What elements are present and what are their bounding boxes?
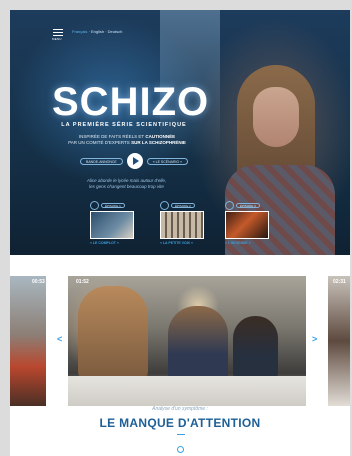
section-intro: Analyse d'un symptôme : bbox=[152, 406, 208, 412]
timecode-next: 02:31 bbox=[333, 279, 346, 285]
episode-category: ÉPISODE 3 bbox=[236, 202, 260, 208]
hero-tagline: Alice aborde le lycée mais autour d'elle… bbox=[64, 178, 189, 190]
language-english[interactable]: English bbox=[91, 29, 104, 34]
episode-thumbnail[interactable] bbox=[160, 211, 204, 239]
circle-icon bbox=[90, 200, 99, 210]
episode-caption[interactable]: « L'INCENDIE » bbox=[225, 241, 275, 245]
tagline-line-2: les gens changent beaucoup trop vite bbox=[89, 184, 164, 189]
page-frame: MENU Français · English · Deutsch SCHIZO… bbox=[10, 10, 350, 456]
episode-card-3[interactable]: ÉPISODE 3 « L'INCENDIE » bbox=[225, 200, 275, 245]
episode-caption[interactable]: « LE COMPLOT » bbox=[90, 241, 140, 245]
trailer-label[interactable]: BANDE-ANNONCE bbox=[80, 157, 123, 165]
intro-highlight-1: CAUTIONNÉE bbox=[145, 134, 176, 139]
menu-label: MENU bbox=[52, 37, 62, 41]
language-separator: · bbox=[105, 29, 107, 34]
episode-category: ÉPISODE 1 bbox=[101, 202, 125, 208]
brain-icon bbox=[177, 446, 184, 453]
episode-category-row: ÉPISODE 1 bbox=[90, 200, 140, 210]
scene-desk bbox=[68, 376, 306, 406]
episode-category-row: ÉPISODE 3 bbox=[225, 200, 275, 210]
hero-section: MENU Français · English · Deutsch SCHIZO… bbox=[10, 10, 350, 255]
episode-card-2[interactable]: ÉPISODE 2 « LA PETITE VOIX » bbox=[160, 200, 210, 245]
intro-text-2: PAR UN COMITÉ D'EXPERTS bbox=[68, 140, 130, 145]
trailer-controls: BANDE-ANNONCE « LE SCÉNARIO » bbox=[80, 153, 189, 169]
hero-intro: INSPIRÉE DE FAITS RÉELS ET CAUTIONNÉE PA… bbox=[62, 134, 192, 146]
episode-list: ÉPISODE 1 « LE COMPLOT » ÉPISODE 2 « LA … bbox=[90, 200, 320, 255]
hamburger-icon-bar bbox=[53, 35, 63, 36]
portrait-face bbox=[253, 87, 299, 147]
page-title: SCHIZO bbox=[52, 80, 210, 124]
scenario-link[interactable]: « LE SCÉNARIO » bbox=[146, 157, 189, 165]
menu-button[interactable]: MENU bbox=[52, 29, 65, 43]
section-divider bbox=[177, 434, 185, 435]
intro-text-1: INSPIRÉE DE FAITS RÉELS ET bbox=[78, 134, 145, 139]
page-subtitle: LA PREMIÈRE SÉRIE SCIENTIFIQUE bbox=[61, 122, 187, 128]
scene-student bbox=[233, 316, 278, 381]
episode-category: ÉPISODE 2 bbox=[171, 202, 195, 208]
language-switcher: Français · English · Deutsch bbox=[72, 29, 122, 34]
episode-caption[interactable]: « LA PETITE VOIX » bbox=[160, 241, 210, 245]
language-french[interactable]: Français bbox=[72, 29, 87, 34]
scene-student bbox=[78, 286, 148, 381]
timecode-current: 01:52 bbox=[76, 279, 89, 285]
play-icon[interactable] bbox=[126, 153, 143, 169]
tagline-line-1: Alice aborde le lycée mais autour d'elle… bbox=[86, 178, 167, 183]
section-title: LE MANQUE D'ATTENTION bbox=[99, 416, 261, 430]
hamburger-icon bbox=[53, 29, 63, 30]
carousel-slide-previous[interactable] bbox=[10, 276, 46, 406]
language-german[interactable]: Deutsch bbox=[108, 29, 123, 34]
scene-student bbox=[168, 306, 228, 386]
hamburger-icon-bar bbox=[53, 32, 63, 33]
circle-icon bbox=[225, 200, 234, 210]
language-separator: · bbox=[88, 29, 90, 34]
intro-highlight-2: SUR LA SCHIZOPHRÉNIE bbox=[131, 140, 186, 145]
episode-thumbnail[interactable] bbox=[90, 211, 134, 239]
timecode-previous: 00:53 bbox=[32, 279, 45, 285]
circle-icon bbox=[160, 200, 169, 210]
video-carousel: 00:53 01:52 02:31 < > bbox=[10, 266, 350, 406]
episode-category-row: ÉPISODE 2 bbox=[160, 200, 210, 210]
carousel-slide-next[interactable] bbox=[328, 276, 350, 406]
episode-thumbnail[interactable] bbox=[225, 211, 269, 239]
chevron-right-icon[interactable]: > bbox=[312, 334, 317, 344]
episode-card-1[interactable]: ÉPISODE 1 « LE COMPLOT » bbox=[90, 200, 140, 245]
carousel-slide-current[interactable] bbox=[68, 276, 306, 406]
chevron-left-icon[interactable]: < bbox=[57, 334, 62, 344]
